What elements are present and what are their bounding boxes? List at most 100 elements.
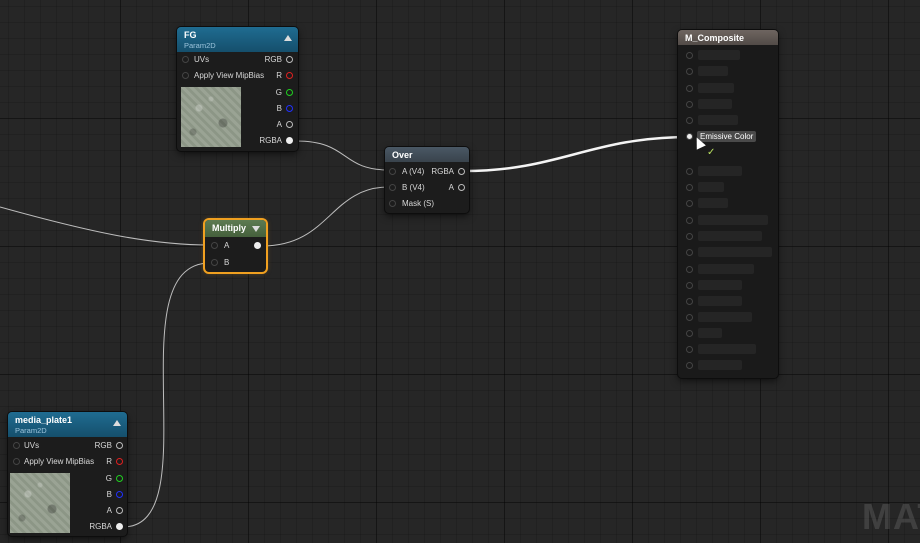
output-label: G (105, 474, 112, 483)
composite-input-row[interactable] (678, 245, 778, 261)
composite-input-row[interactable] (678, 113, 778, 129)
fg-output-rgba[interactable]: RGBA (253, 135, 293, 147)
wire-media-rgba-to-multiply-b (122, 262, 211, 528)
input-pin-icon[interactable] (389, 168, 396, 175)
input-pin-icon[interactable] (182, 56, 189, 63)
wire-layer (0, 135, 691, 528)
input-pin-icon[interactable] (686, 346, 693, 353)
composite-input-row[interactable] (678, 81, 778, 97)
fg-texture-preview (181, 87, 241, 147)
over-node-header[interactable]: Over (385, 147, 469, 162)
input-pin-icon[interactable] (686, 314, 693, 321)
input-pin-icon[interactable] (686, 200, 693, 207)
fg-param-node[interactable]: FG Param2D UVs Apply View MipBias RGB R … (177, 27, 298, 151)
composite-input-row[interactable] (678, 180, 778, 196)
media-output-r[interactable]: R (83, 456, 123, 468)
input-pin-icon[interactable] (686, 101, 693, 108)
fg-output-g[interactable]: G (253, 87, 293, 99)
input-pin-icon[interactable] (686, 282, 693, 289)
composite-input-label-placeholder (698, 264, 754, 274)
over-node[interactable]: Over A (V4) B (V4) Mask (S) RGBA A (385, 147, 469, 213)
input-pin-icon[interactable] (686, 217, 693, 224)
input-pin-icon[interactable] (686, 68, 693, 75)
output-label: RGBA (89, 522, 112, 531)
composite-input-row[interactable] (678, 196, 778, 212)
output-pin-icon[interactable] (116, 458, 123, 465)
media-plate-param-node[interactable]: media_plate1 Param2D UVs Apply View MipB… (8, 412, 127, 536)
input-pin-icon[interactable] (686, 233, 693, 240)
output-pin-icon[interactable] (116, 507, 123, 514)
composite-input-row[interactable] (678, 262, 778, 278)
triangle-up-icon[interactable] (284, 35, 292, 41)
media-output-a[interactable]: A (83, 505, 123, 517)
input-pin-icon[interactable] (13, 442, 20, 449)
input-pin-icon[interactable] (686, 362, 693, 369)
input-pin-icon[interactable] (686, 266, 693, 273)
output-label: B (276, 104, 282, 113)
output-pin-icon[interactable] (286, 137, 293, 144)
output-pin-icon[interactable] (286, 105, 293, 112)
multiply-output-pin-icon[interactable] (254, 242, 261, 249)
composite-input-row[interactable] (678, 294, 778, 310)
output-pin-icon[interactable] (116, 442, 123, 449)
composite-node-title: M_Composite (685, 33, 745, 43)
output-pin-icon[interactable] (286, 89, 293, 96)
composite-node-header[interactable]: M_Composite (678, 30, 778, 45)
input-pin-icon[interactable] (686, 249, 693, 256)
over-output-rgba[interactable]: RGBA (425, 166, 465, 178)
fg-output-rgb[interactable]: RGB (253, 54, 293, 66)
media-output-b[interactable]: B (83, 489, 123, 501)
output-pin-icon[interactable] (458, 184, 465, 191)
check-mark-icon: ✓ (707, 147, 716, 158)
output-pin-icon[interactable] (286, 72, 293, 79)
m-composite-result-node[interactable]: M_Composite Emissive Color ✓ (678, 30, 778, 378)
media-node-header[interactable]: media_plate1 Param2D (8, 412, 127, 437)
media-output-rgba[interactable]: RGBA (83, 521, 123, 533)
fg-output-b[interactable]: B (253, 103, 293, 115)
composite-input-row[interactable] (678, 97, 778, 113)
composite-input-row[interactable] (678, 278, 778, 294)
input-label: A (V4) (402, 167, 425, 176)
fg-output-a[interactable]: A (253, 119, 293, 131)
input-pin-icon[interactable] (686, 330, 693, 337)
composite-input-row[interactable] (678, 229, 778, 245)
triangle-up-icon[interactable] (113, 420, 121, 426)
input-pin-icon[interactable] (211, 259, 218, 266)
composite-input-row[interactable] (678, 64, 778, 80)
output-pin-icon[interactable] (116, 475, 123, 482)
fg-output-r[interactable]: R (253, 70, 293, 82)
fg-node-header[interactable]: FG Param2D (177, 27, 298, 52)
composite-input-label-placeholder (698, 99, 732, 109)
input-pin-icon[interactable] (211, 242, 218, 249)
input-pin-icon[interactable] (686, 117, 693, 124)
input-pin-icon[interactable] (686, 52, 693, 59)
input-pin-icon[interactable] (686, 184, 693, 191)
composite-input-row[interactable] (678, 326, 778, 342)
multiply-node-header[interactable]: Multiply (205, 220, 266, 237)
composite-input-row[interactable] (678, 164, 778, 180)
triangle-down-icon[interactable] (252, 226, 260, 232)
composite-input-row[interactable] (678, 342, 778, 358)
wire-left-to-multiply-a (0, 206, 211, 246)
input-pin-icon[interactable] (686, 168, 693, 175)
media-output-rgb[interactable]: RGB (83, 440, 123, 452)
output-label: A (276, 120, 282, 129)
output-pin-icon[interactable] (116, 491, 123, 498)
composite-input-row[interactable] (678, 48, 778, 64)
input-pin-icon[interactable] (686, 298, 693, 305)
media-output-g[interactable]: G (83, 473, 123, 485)
input-pin-icon[interactable] (389, 184, 396, 191)
composite-input-row[interactable] (678, 213, 778, 229)
multiply-node[interactable]: Multiply A B (205, 220, 266, 272)
output-pin-icon[interactable] (286, 56, 293, 63)
composite-input-row[interactable] (678, 358, 778, 374)
input-pin-icon[interactable] (182, 72, 189, 79)
output-pin-icon[interactable] (458, 168, 465, 175)
input-pin-icon[interactable] (686, 85, 693, 92)
input-pin-icon[interactable] (13, 458, 20, 465)
composite-input-row[interactable] (678, 310, 778, 326)
output-pin-icon[interactable] (286, 121, 293, 128)
input-pin-icon[interactable] (389, 200, 396, 207)
output-pin-icon[interactable] (116, 523, 123, 530)
over-output-a[interactable]: A (425, 182, 465, 194)
